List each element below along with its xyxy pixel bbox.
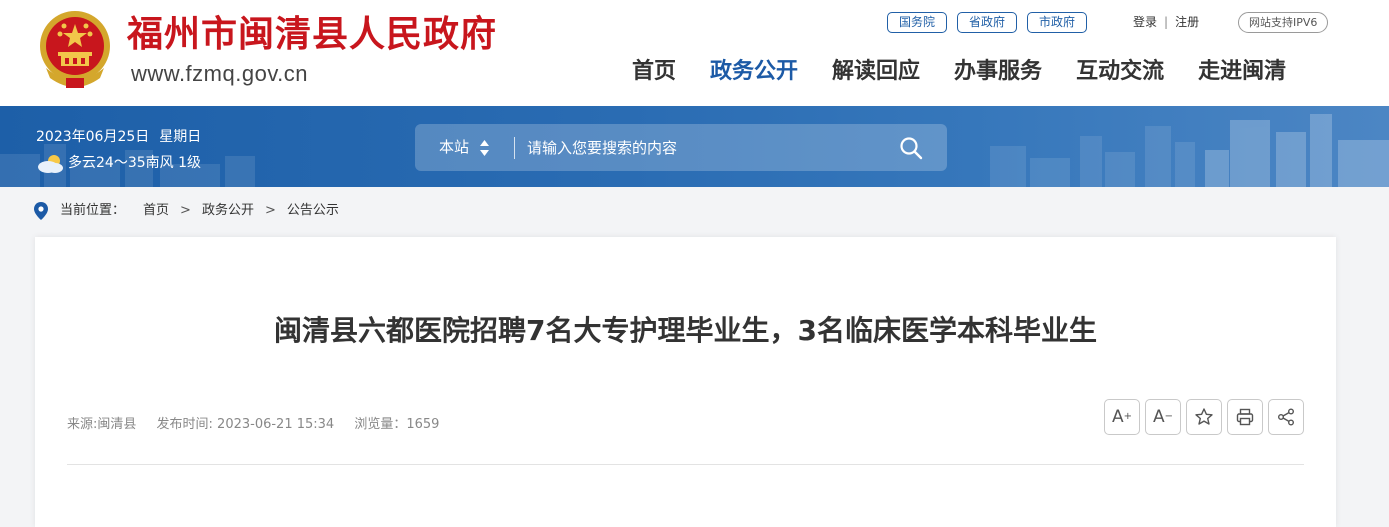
printer-icon bbox=[1236, 408, 1254, 426]
login-link[interactable]: 登录 bbox=[1133, 15, 1157, 29]
date-text: 2023年06月25日 bbox=[36, 129, 150, 145]
login-separator: | bbox=[1164, 15, 1169, 29]
article-tools: A + A − bbox=[1104, 399, 1304, 435]
search-scope-select[interactable]: 本站 bbox=[439, 124, 490, 171]
site-name[interactable]: 福州市闽清县人民政府 bbox=[127, 12, 497, 56]
search-scope-label: 本站 bbox=[439, 138, 470, 156]
current-date: 2023年06月25日 星期日 bbox=[36, 127, 201, 147]
main-nav: 首页 政务公开 解读回应 办事服务 互动交流 走进闽清 bbox=[632, 56, 1286, 88]
national-emblem-logo[interactable] bbox=[36, 8, 114, 90]
share-button[interactable] bbox=[1268, 399, 1304, 435]
article-title: 闽清县六都医院招聘7名大专护理毕业生，3名临床医学本科毕业生 bbox=[274, 314, 1097, 347]
article-publish-time: 发布时间: 2023-06-21 15:34 bbox=[156, 417, 335, 432]
star-icon bbox=[1195, 408, 1213, 425]
nav-item-government-affairs[interactable]: 政务公开 bbox=[710, 56, 798, 88]
article-meta: 来源:闽清县 发布时间: 2023-06-21 15:34 浏览量：1659 bbox=[67, 415, 455, 435]
search-input[interactable] bbox=[527, 134, 887, 161]
location-pin-icon bbox=[34, 202, 48, 220]
gov-links: 国务院 省政府 市政府 bbox=[887, 12, 1088, 33]
search-icon[interactable] bbox=[899, 136, 923, 160]
weekday-text: 星期日 bbox=[159, 129, 202, 145]
site-header: 福州市闽清县人民政府 www.fzmq.gov.cn 国务院 省政府 市政府 登… bbox=[0, 0, 1389, 106]
partly-cloudy-icon bbox=[38, 155, 63, 173]
login-area: 登录 | 注册 bbox=[1133, 12, 1199, 32]
nav-item-interaction[interactable]: 互动交流 bbox=[1076, 56, 1164, 88]
share-icon bbox=[1278, 408, 1294, 426]
weather-text: 多云24～35南风 1级 bbox=[68, 155, 201, 171]
font-increase-mark: + bbox=[1123, 411, 1133, 422]
search-bar: 本站 bbox=[415, 124, 947, 171]
nav-item-about-minqing[interactable]: 走进闽清 bbox=[1198, 56, 1286, 88]
gov-link-province[interactable]: 省政府 bbox=[957, 12, 1018, 33]
font-increase-letter: A bbox=[1111, 406, 1124, 427]
font-decrease-letter: A bbox=[1152, 406, 1165, 427]
breadcrumb-separator: > bbox=[180, 203, 191, 218]
meta-divider bbox=[67, 464, 1304, 465]
site-url: www.fzmq.gov.cn bbox=[131, 61, 309, 86]
breadcrumb: 当前位置： 首页 > 政务公开 > 公告公示 bbox=[34, 201, 339, 221]
breadcrumb-government-affairs[interactable]: 政务公开 bbox=[202, 201, 254, 221]
nav-item-interpretation[interactable]: 解读回应 bbox=[832, 56, 920, 88]
nav-item-home[interactable]: 首页 bbox=[632, 56, 676, 88]
font-increase-button[interactable]: A + bbox=[1104, 399, 1140, 435]
register-link[interactable]: 注册 bbox=[1175, 15, 1199, 29]
print-button[interactable] bbox=[1227, 399, 1263, 435]
gov-link-state-council[interactable]: 国务院 bbox=[887, 12, 948, 33]
sort-arrows-icon bbox=[480, 139, 490, 156]
font-decrease-button[interactable]: A − bbox=[1145, 399, 1181, 435]
ipv6-badge: 网站支持IPV6 bbox=[1238, 12, 1329, 33]
breadcrumb-label: 当前位置： bbox=[60, 203, 126, 218]
article-source: 来源:闽清县 bbox=[67, 417, 137, 432]
article-card: 闽清县六都医院招聘7名大专护理毕业生，3名临床医学本科毕业生 来源:闽清县 发布… bbox=[35, 237, 1336, 527]
favorite-button[interactable] bbox=[1186, 399, 1222, 435]
article-views: 浏览量：1659 bbox=[354, 417, 440, 432]
search-divider bbox=[514, 137, 515, 159]
gov-link-city[interactable]: 市政府 bbox=[1027, 12, 1088, 33]
banner: 2023年06月25日 星期日 多云24～35南风 1级 本站 bbox=[0, 106, 1389, 187]
breadcrumb-home[interactable]: 首页 bbox=[143, 201, 169, 221]
nav-item-services[interactable]: 办事服务 bbox=[954, 56, 1042, 88]
breadcrumb-separator: > bbox=[264, 203, 276, 218]
font-decrease-mark: − bbox=[1164, 411, 1174, 422]
weather: 多云24～35南风 1级 bbox=[36, 152, 201, 174]
breadcrumb-announcements[interactable]: 公告公示 bbox=[287, 201, 339, 221]
